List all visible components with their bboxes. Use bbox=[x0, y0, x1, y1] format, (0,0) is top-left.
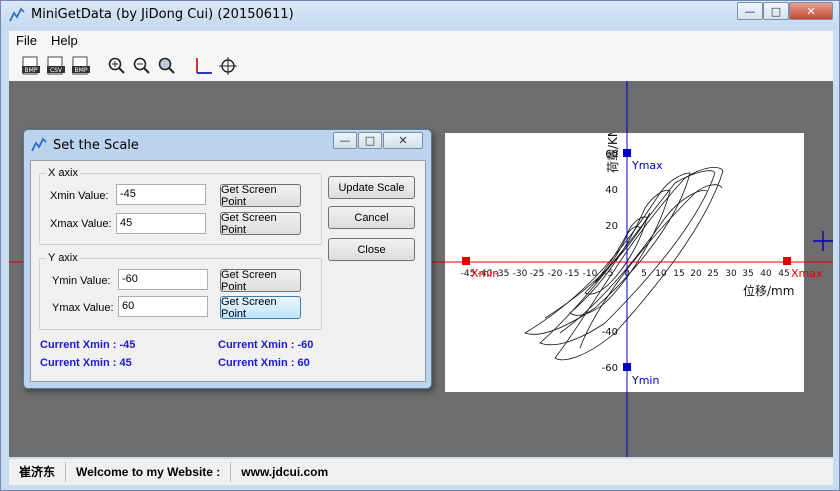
set-scale-dialog: Set the Scale — □ ✕ X axix Xmin Value: -… bbox=[23, 129, 432, 389]
xmin-label: Xmin bbox=[471, 267, 499, 280]
xmin-input[interactable]: -45 bbox=[116, 184, 206, 205]
ymin-marker bbox=[623, 363, 631, 371]
current-xmin-text: Current Xmin : -45 bbox=[40, 339, 136, 351]
dialog-body: X axix Xmin Value: -45 Get Screen Point … bbox=[30, 160, 426, 382]
status-author: 崔济东 bbox=[9, 462, 67, 482]
xmax-label: Xmax Value: bbox=[50, 218, 112, 230]
x-axis-group-title: X axix bbox=[46, 167, 80, 179]
ymin-label: Ymin Value: bbox=[52, 275, 111, 287]
xmax-marker bbox=[783, 257, 791, 265]
xmin-get-point-button[interactable]: Get Screen Point bbox=[220, 184, 301, 208]
ymin-label: Ymin bbox=[631, 374, 659, 387]
xmin-label: Xmin Value: bbox=[50, 190, 109, 202]
xmin-marker bbox=[462, 257, 470, 265]
ymax-get-point-button[interactable]: Get Screen Point bbox=[220, 296, 301, 320]
ymax-label: Ymax Value: bbox=[52, 302, 114, 314]
xmax-label: Xmax bbox=[791, 267, 823, 280]
cancel-button[interactable]: Cancel bbox=[328, 206, 415, 229]
xmax-get-point-button[interactable]: Get Screen Point bbox=[220, 212, 301, 236]
x-axis-group: X axix Xmin Value: -45 Get Screen Point … bbox=[39, 167, 322, 245]
status-url[interactable]: www.jdcui.com bbox=[231, 462, 338, 482]
ymin-get-point-button[interactable]: Get Screen Point bbox=[220, 269, 301, 293]
status-bar: 崔济东 Welcome to my Website : www.jdcui.co… bbox=[9, 459, 833, 485]
dialog-close-button[interactable]: ✕ bbox=[383, 132, 423, 149]
main-window: MiniGetData (by JiDong Cui) (20150611) —… bbox=[0, 0, 840, 491]
dialog-maximize-button[interactable]: □ bbox=[358, 132, 382, 149]
xmax-input[interactable]: 45 bbox=[116, 213, 206, 234]
ymax-marker bbox=[623, 149, 631, 157]
ymax-label: Ymax bbox=[631, 159, 663, 172]
current-ymax-text: Current Xmin : 60 bbox=[218, 357, 310, 369]
dialog-title: Set the Scale bbox=[53, 138, 139, 153]
dialog-logo-icon bbox=[31, 137, 47, 152]
ymax-input[interactable]: 60 bbox=[118, 296, 208, 317]
dialog-minimize-button[interactable]: — bbox=[333, 132, 357, 149]
status-welcome: Welcome to my Website : bbox=[66, 462, 232, 482]
ymin-input[interactable]: -60 bbox=[118, 269, 208, 290]
close-dialog-button[interactable]: Close bbox=[328, 238, 415, 261]
update-scale-button[interactable]: Update Scale bbox=[328, 176, 415, 199]
y-axis-group-title: Y axix bbox=[46, 252, 80, 264]
y-axis-group: Y axix Ymin Value: -60 Get Screen Point … bbox=[39, 252, 322, 330]
current-xmax-text: Current Xmin : 45 bbox=[40, 357, 132, 369]
current-ymin-text: Current Xmin : -60 bbox=[218, 339, 314, 351]
